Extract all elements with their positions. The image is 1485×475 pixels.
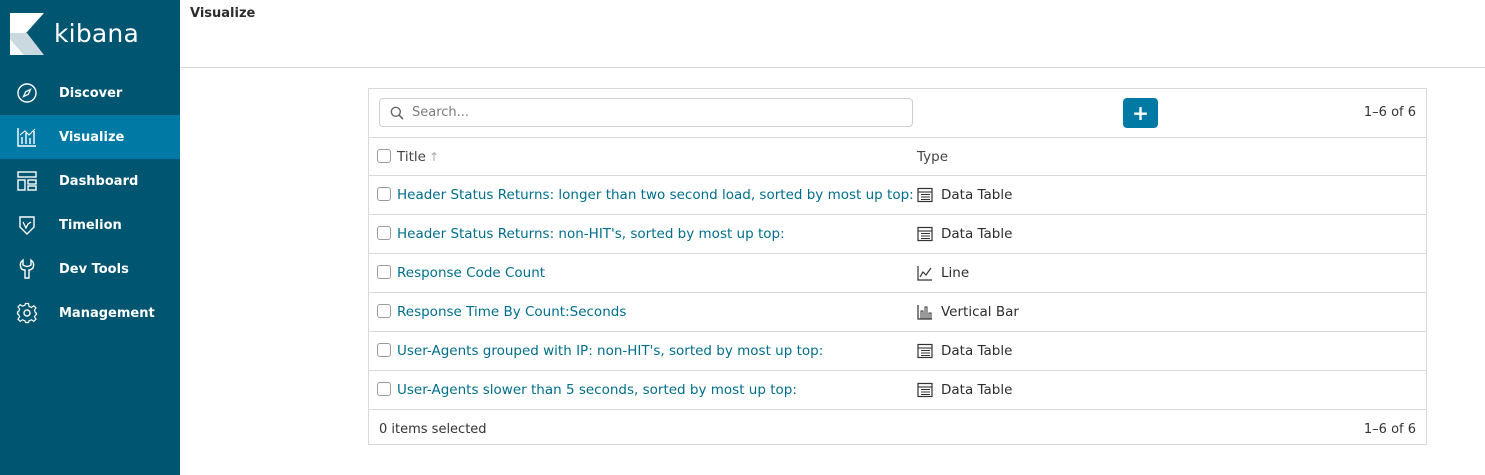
visualizations-table-panel: + 1–6 of 6 Title↑ Type Header Status Ret… <box>368 88 1427 445</box>
sidebar-item-label: Dashboard <box>59 173 139 189</box>
type-cell: Data Table <box>917 226 1012 242</box>
type-label: Data Table <box>941 226 1013 242</box>
row-checkbox[interactable] <box>377 187 391 201</box>
sidebar-nav: Discover Visualize Dashboard Timelion De… <box>0 71 180 335</box>
table-row: Header Status Returns: non-HIT's, sorted… <box>369 215 1426 254</box>
table-icon <box>917 187 933 203</box>
type-cell: Data Table <box>917 382 1012 398</box>
search-icon <box>390 106 404 120</box>
brand-name: kibana <box>54 18 139 48</box>
visualization-title-link[interactable]: Header Status Returns: longer than two s… <box>397 187 914 203</box>
visualization-title-link[interactable]: Response Time By Count:Seconds <box>397 304 626 320</box>
select-all-checkbox[interactable] <box>377 148 391 163</box>
bar-chart-icon <box>16 126 38 148</box>
sidebar-item-discover[interactable]: Discover <box>0 71 180 115</box>
sidebar-item-label: Timelion <box>59 217 122 233</box>
row-checkbox[interactable] <box>377 226 391 240</box>
pagination-count-bottom: 1–6 of 6 <box>1363 421 1416 437</box>
type-label: Vertical Bar <box>941 304 1019 320</box>
vertical-bar-icon <box>917 304 933 320</box>
title-column-label: Title <box>397 148 426 165</box>
type-label: Data Table <box>941 382 1013 398</box>
kibana-logo-icon <box>10 13 44 55</box>
pagination-count: 1–6 of 6 <box>1363 105 1416 120</box>
sidebar-item-dev-tools[interactable]: Dev Tools <box>0 247 180 291</box>
table-header-row: Title ↑ Type <box>369 138 1426 176</box>
visualization-title-link[interactable]: Header Status Returns: non-HIT's, sorted… <box>397 226 785 242</box>
sidebar-item-management[interactable]: Management <box>0 291 180 335</box>
row-checkbox[interactable] <box>377 265 391 279</box>
row-checkbox[interactable] <box>377 382 391 396</box>
sidebar-item-visualize[interactable]: Visualize <box>0 115 180 159</box>
wrench-icon <box>16 258 38 280</box>
sidebar-item-label: Discover <box>59 85 123 101</box>
table-row: User-Agents slower than 5 seconds, sorte… <box>369 371 1426 410</box>
title-column-header[interactable]: Title ↑ <box>397 149 439 165</box>
table-icon <box>917 382 933 398</box>
type-label: Line <box>941 265 970 281</box>
sidebar-item-dashboard[interactable]: Dashboard <box>0 159 180 203</box>
type-cell: Data Table <box>917 343 1012 359</box>
table-icon <box>917 226 933 242</box>
search-input[interactable] <box>410 104 894 121</box>
row-checkbox[interactable] <box>377 343 391 357</box>
row-checkbox[interactable] <box>377 304 391 318</box>
table-row: User-Agents grouped with IP: non-HIT's, … <box>369 332 1426 371</box>
table-footer: 0 items selected 1–6 of 6 <box>369 410 1426 448</box>
table-row: Header Status Returns: longer than two s… <box>369 176 1426 215</box>
timelion-icon <box>16 214 38 236</box>
table-row: Response Code Count Line <box>369 254 1426 293</box>
sidebar: kibana Discover Visualize Dashboard Time… <box>0 0 180 475</box>
add-visualization-button[interactable]: + <box>1123 98 1158 128</box>
dashboard-icon <box>16 170 38 192</box>
type-label: Data Table <box>941 187 1013 203</box>
type-label: Data Table <box>941 343 1013 359</box>
top-header: Visualize <box>180 0 1485 68</box>
sort-ascending-icon: ↑ <box>428 149 439 164</box>
visualization-title-link[interactable]: User-Agents slower than 5 seconds, sorte… <box>397 382 797 398</box>
brand[interactable]: kibana <box>10 12 139 56</box>
sidebar-item-label: Visualize <box>59 129 125 145</box>
sidebar-item-timelion[interactable]: Timelion <box>0 203 180 247</box>
line-chart-icon <box>917 265 933 281</box>
sidebar-item-label: Management <box>59 305 155 321</box>
visualization-title-link[interactable]: User-Agents grouped with IP: non-HIT's, … <box>397 343 823 359</box>
visualization-title-link[interactable]: Response Code Count <box>397 265 545 281</box>
table-toolbar: + 1–6 of 6 <box>369 89 1426 138</box>
type-column-header[interactable]: Type <box>917 149 948 165</box>
type-cell: Vertical Bar <box>917 304 1019 320</box>
sidebar-item-label: Dev Tools <box>59 261 129 277</box>
compass-icon <box>16 82 38 104</box>
gear-icon <box>16 302 38 324</box>
table-icon <box>917 343 933 359</box>
selected-count: 0 items selected <box>379 421 487 437</box>
type-cell: Data Table <box>917 187 1012 203</box>
search-box[interactable] <box>379 98 913 127</box>
table-row: Response Time By Count:Seconds Vertical … <box>369 293 1426 332</box>
type-cell: Line <box>917 265 969 281</box>
page-title: Visualize <box>190 6 256 21</box>
